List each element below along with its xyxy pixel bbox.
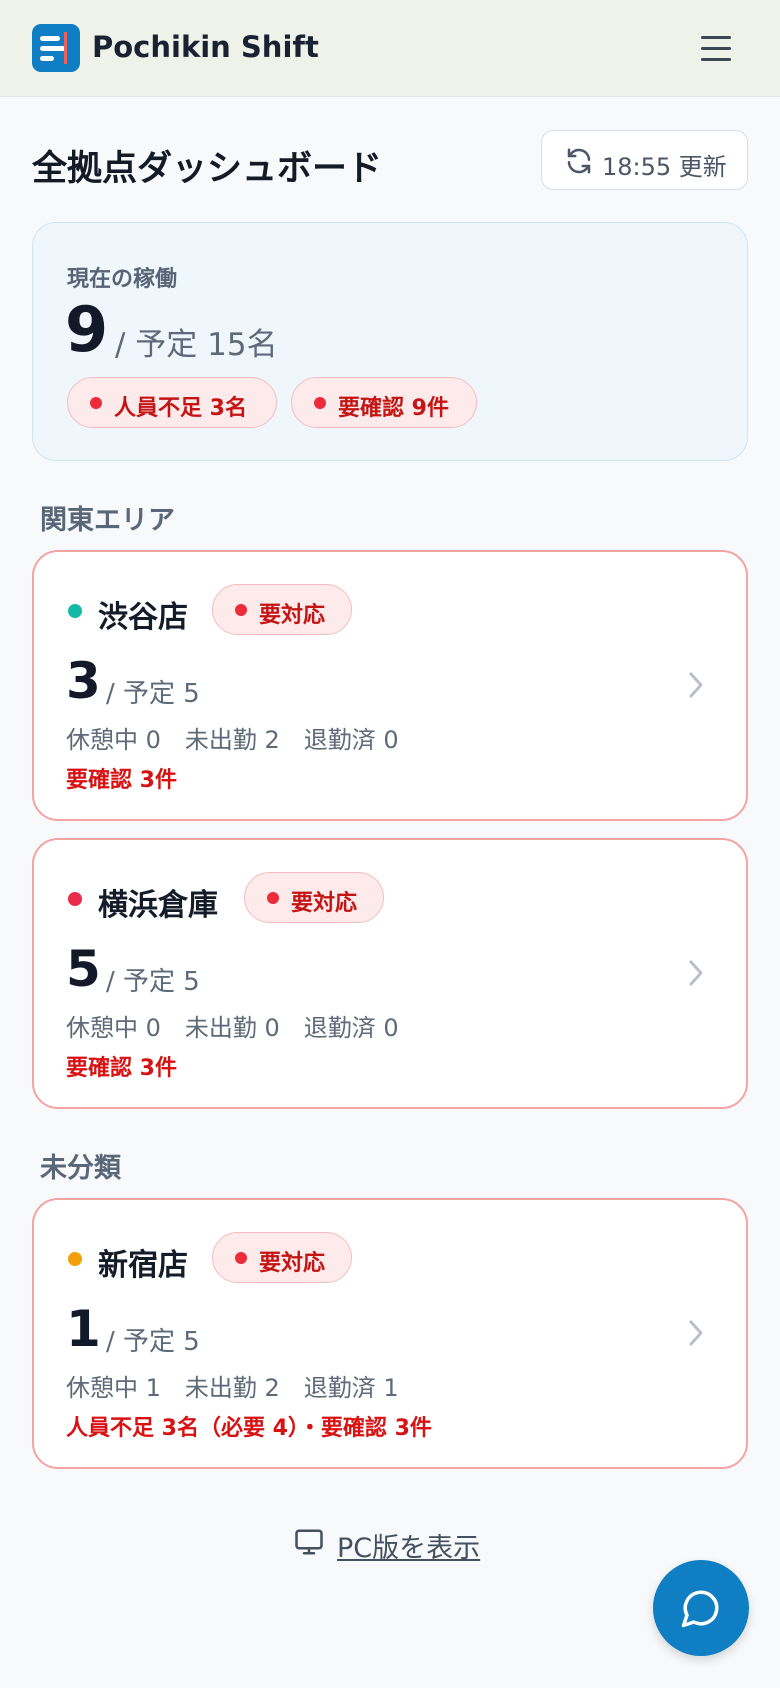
pc-version-label: PC版を表示: [337, 1533, 481, 1564]
alert-dot-icon: [267, 892, 279, 904]
site-name: 横浜倉庫: [98, 888, 218, 923]
status-dot-icon: [68, 604, 82, 618]
action-required-badge: 要対応: [244, 872, 384, 923]
chat-button[interactable]: [653, 1560, 749, 1656]
site-current-count: 1: [66, 1300, 101, 1358]
monitor-icon: [295, 1529, 323, 1555]
site-card-shinjuku[interactable]: 新宿店 要対応 1 / 予定 5 休憩中 1 未出勤 2 退勤済 1 人員不足 …: [32, 1198, 748, 1469]
alert-dot-icon: [314, 397, 326, 409]
site-alert: 人員不足 3名（必要 4）・要確認 3件: [66, 1416, 432, 1441]
action-required-badge: 要対応: [212, 584, 352, 635]
hamburger-menu-icon[interactable]: [698, 30, 734, 66]
site-card-shibuya[interactable]: 渋谷店 要対応 3 / 予定 5 休憩中 0 未出勤 2 退勤済 0 要確認 3…: [32, 550, 748, 821]
summary-current-count: 9: [65, 293, 109, 366]
site-breakdown: 休憩中 1 未出勤 2 退勤済 1: [66, 1374, 399, 1402]
shortage-pill[interactable]: 人員不足 3名: [67, 377, 277, 428]
chevron-right-icon: [689, 672, 703, 698]
alert-dot-icon: [235, 604, 247, 616]
action-required-badge: 要対応: [212, 1232, 352, 1283]
summary-label: 現在の稼働: [67, 267, 178, 292]
chevron-right-icon: [689, 1320, 703, 1346]
pochikin-logo-icon: [32, 24, 80, 72]
section-title-uncategorized: 未分類: [40, 1153, 121, 1184]
status-dot-icon: [68, 892, 82, 906]
summary-card: 現在の稼働 9 / 予定 15名 人員不足 3名 要確認 9件: [32, 222, 748, 461]
site-breakdown: 休憩中 0 未出勤 0 退勤済 0: [66, 1014, 399, 1042]
alert-dot-icon: [90, 397, 102, 409]
alert-dot-icon: [235, 1252, 247, 1264]
status-dot-icon: [68, 1252, 82, 1266]
site-name: 渋谷店: [98, 600, 188, 635]
site-name: 新宿店: [98, 1248, 188, 1283]
refresh-label: 18:55 更新: [602, 153, 727, 181]
refresh-button[interactable]: 18:55 更新: [541, 130, 748, 190]
page-title: 全拠点ダッシュボード: [32, 149, 383, 189]
app-header: Pochikin Shift: [0, 0, 780, 97]
site-breakdown: 休憩中 0 未出勤 2 退勤済 0: [66, 726, 399, 754]
chat-bubble-icon: [681, 1590, 719, 1628]
site-current-count: 3: [66, 652, 101, 710]
site-alert: 要確認 3件: [66, 1056, 177, 1081]
site-planned: / 予定 5: [106, 1327, 200, 1357]
section-title-kanto: 関東エリア: [40, 505, 175, 536]
chevron-right-icon: [689, 960, 703, 986]
check-pill-label: 要確認 9件: [338, 396, 449, 421]
site-alert: 要確認 3件: [66, 768, 177, 793]
app-title: Pochikin Shift: [92, 30, 319, 64]
summary-planned: / 予定 15名: [115, 327, 278, 363]
check-pill[interactable]: 要確認 9件: [291, 377, 477, 428]
site-card-yokohama[interactable]: 横浜倉庫 要対応 5 / 予定 5 休憩中 0 未出勤 0 退勤済 0 要確認 …: [32, 838, 748, 1109]
site-current-count: 5: [66, 940, 101, 998]
refresh-icon: [567, 148, 591, 174]
site-planned: / 予定 5: [106, 967, 200, 997]
site-planned: / 予定 5: [106, 679, 200, 709]
shortage-pill-label: 人員不足 3名: [114, 396, 247, 421]
